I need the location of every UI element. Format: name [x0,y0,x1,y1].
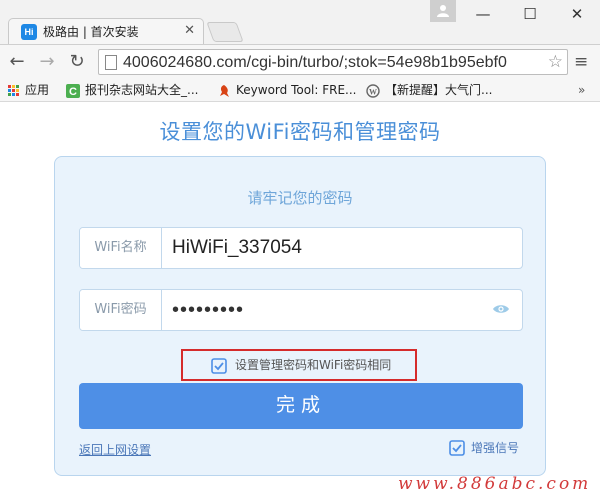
boost-signal-label: 增强信号 [471,441,520,455]
maximize-button[interactable]: ☐ [515,4,545,24]
address-bar[interactable]: 4006024680.com/cgi-bin/turbo/;stok=54e98… [98,49,568,75]
bookmarks-bar: 应用 C 报刊杂志网站大全_... Keyword Tool: FRE... W… [0,78,600,102]
tab-close-icon[interactable]: ✕ [184,23,195,39]
eye-icon[interactable] [492,303,510,315]
wifi-password-input[interactable]: ••••••••• [172,290,492,330]
wifi-password-label: WiFi密码 [80,290,162,330]
checkbox-checked-icon[interactable] [211,358,227,374]
bookmark-newspapers[interactable]: C 报刊杂志网站大全_... [66,81,198,99]
user-icon [437,5,449,17]
url-text[interactable]: 4006024680.com/cgi-bin/turbo/;stok=54e98… [123,53,507,73]
green-c-icon: C [66,83,80,98]
menu-icon[interactable]: ≡ [574,52,588,72]
hiwifi-favicon-icon: Hi [21,24,37,40]
bookmark-reminder[interactable]: W 【新提醒】大气门... [366,81,492,99]
red-bird-icon [220,84,229,97]
bookmark-keyword-tool[interactable]: Keyword Tool: FRE... [218,81,357,99]
bookmarks-overflow-icon[interactable]: » [578,81,585,99]
bookmark-label: 应用 [25,83,50,97]
bookmark-star-icon[interactable]: ☆ [548,52,563,72]
reload-icon[interactable]: ↻ [66,51,88,73]
password-setup-card: 请牢记您的密码 WiFi名称 HiWiFi_337054 WiFi密码 ••••… [54,156,546,476]
forward-arrow-icon[interactable]: → [36,51,58,73]
watermark: www.886abc.com [398,474,592,494]
browser-titlebar: Hi 极路由 | 首次安装 ✕ — ☐ ✕ [0,0,600,44]
card-subtitle: 请牢记您的密码 [247,189,353,207]
wordpress-icon: W [366,83,380,98]
bookmark-label: 报刊杂志网站大全_... [85,83,199,97]
new-tab-button[interactable] [206,22,244,42]
bookmark-label: 【新提醒】大气门... [385,83,493,97]
bookmark-label: Keyword Tool: FRE... [236,83,357,97]
wifi-name-label: WiFi名称 [80,228,162,268]
back-arrow-icon[interactable]: ← [6,51,28,73]
tab-title: 极路由 | 首次安装 [43,25,139,39]
checkbox-checked-icon[interactable] [449,440,465,456]
bookmark-apps[interactable]: 应用 [8,81,49,99]
browser-tab[interactable]: Hi 极路由 | 首次安装 ✕ [8,18,204,44]
same-password-option[interactable]: 设置管理密码和WiFi密码相同 [181,349,417,381]
profile-button[interactable] [430,0,456,22]
wifi-name-input[interactable]: HiWiFi_337054 [172,228,492,268]
browser-toolbar: ← → ↻ 4006024680.com/cgi-bin/turbo/;stok… [0,44,600,78]
page-icon [105,55,117,70]
page-heading: 设置您的WiFi密码和管理密码 [159,120,441,144]
done-button[interactable]: 完成 [79,383,523,429]
svg-text:C: C [69,86,77,98]
apps-grid-icon [8,85,19,96]
minimize-button[interactable]: — [468,4,498,24]
svg-text:W: W [369,87,377,96]
back-to-network-settings-link[interactable]: 返回上网设置 [79,441,151,458]
wifi-name-field: WiFi名称 HiWiFi_337054 [79,227,523,269]
same-password-label: 设置管理密码和WiFi密码相同 [235,358,392,372]
close-window-button[interactable]: ✕ [562,4,592,24]
wifi-password-field: WiFi密码 ••••••••• [79,289,523,331]
